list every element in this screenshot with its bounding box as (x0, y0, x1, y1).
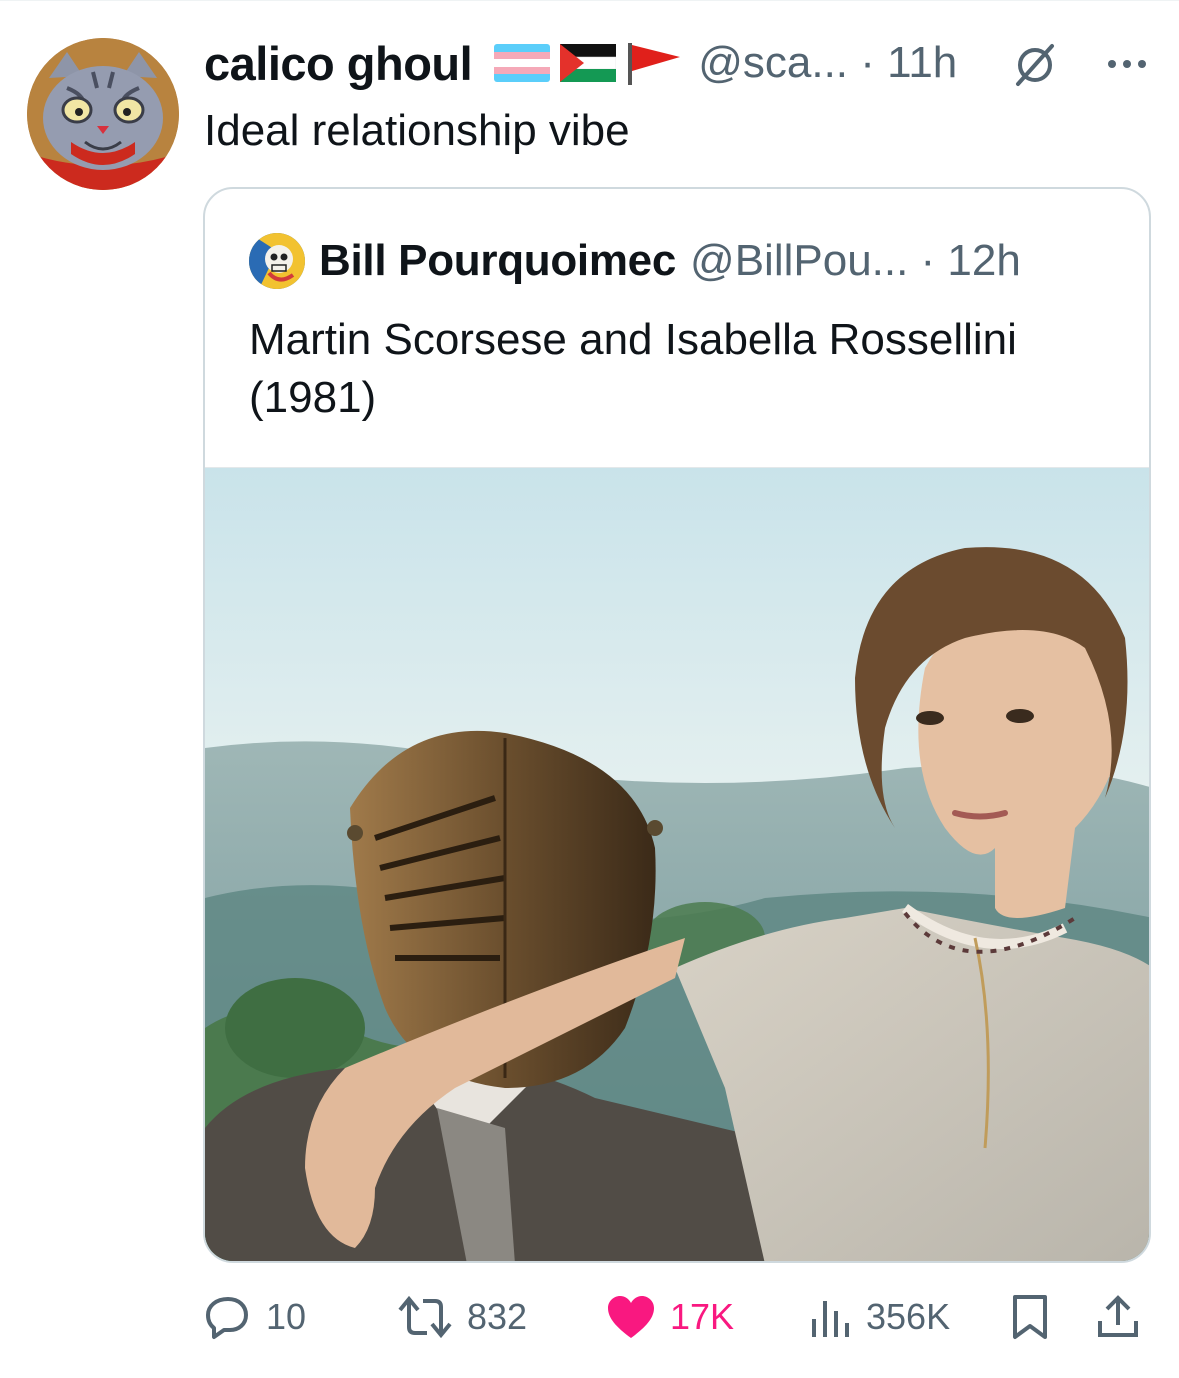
transgender-flag-icon (494, 44, 551, 82)
tweet-header: calico ghoul @sca... · 11h (204, 30, 1154, 96)
bookmark-icon (1013, 1295, 1047, 1339)
quoted-author-avatar (249, 233, 305, 289)
repost-icon (398, 1295, 452, 1339)
repost-button[interactable]: 832 (397, 1282, 527, 1352)
quoted-tweet-photo[interactable] (205, 467, 1149, 1261)
share-icon (1098, 1295, 1138, 1337)
like-button[interactable]: 17K (606, 1282, 734, 1352)
views-count: 356K (866, 1296, 951, 1337)
quoted-tweet-header: Bill Pourquoimec @BillPou... · 12h (249, 231, 1021, 291)
name-flags (494, 41, 682, 85)
like-count: 17K (670, 1296, 735, 1337)
action-bar: 10 832 17K 356K (204, 1282, 1154, 1352)
share-button[interactable] (1096, 1282, 1140, 1352)
views-icon (812, 1301, 849, 1337)
bookmark-button[interactable] (1010, 1282, 1050, 1352)
author-display-name[interactable]: calico ghoul (204, 36, 473, 91)
quoted-tweet-text: Martin Scorsese and Isabella Rossellini … (249, 315, 1017, 422)
more-icon[interactable] (1106, 52, 1148, 76)
quoted-tweet-card[interactable]: Bill Pourquoimec @BillPou... · 12h Marti… (203, 187, 1151, 1263)
author-handle-time[interactable]: @sca... · 11h (698, 38, 957, 88)
quoted-author-display-name[interactable]: Bill Pourquoimec (319, 236, 676, 286)
reply-button[interactable]: 10 (204, 1282, 306, 1352)
tweet-text: Ideal relationship vibe (204, 106, 630, 155)
top-divider (0, 0, 1179, 1)
author-avatar[interactable] (27, 38, 179, 190)
reply-count: 10 (266, 1296, 307, 1337)
reply-icon (206, 1297, 248, 1339)
views-button[interactable]: 356K (808, 1282, 950, 1352)
repost-count: 832 (467, 1296, 528, 1337)
palestine-flag-icon (560, 44, 617, 82)
red-flag-icon (628, 43, 681, 85)
grok-icon[interactable] (1012, 42, 1058, 88)
quoted-author-handle-time[interactable]: @BillPou... · 12h (690, 236, 1021, 286)
heart-icon (608, 1296, 654, 1338)
